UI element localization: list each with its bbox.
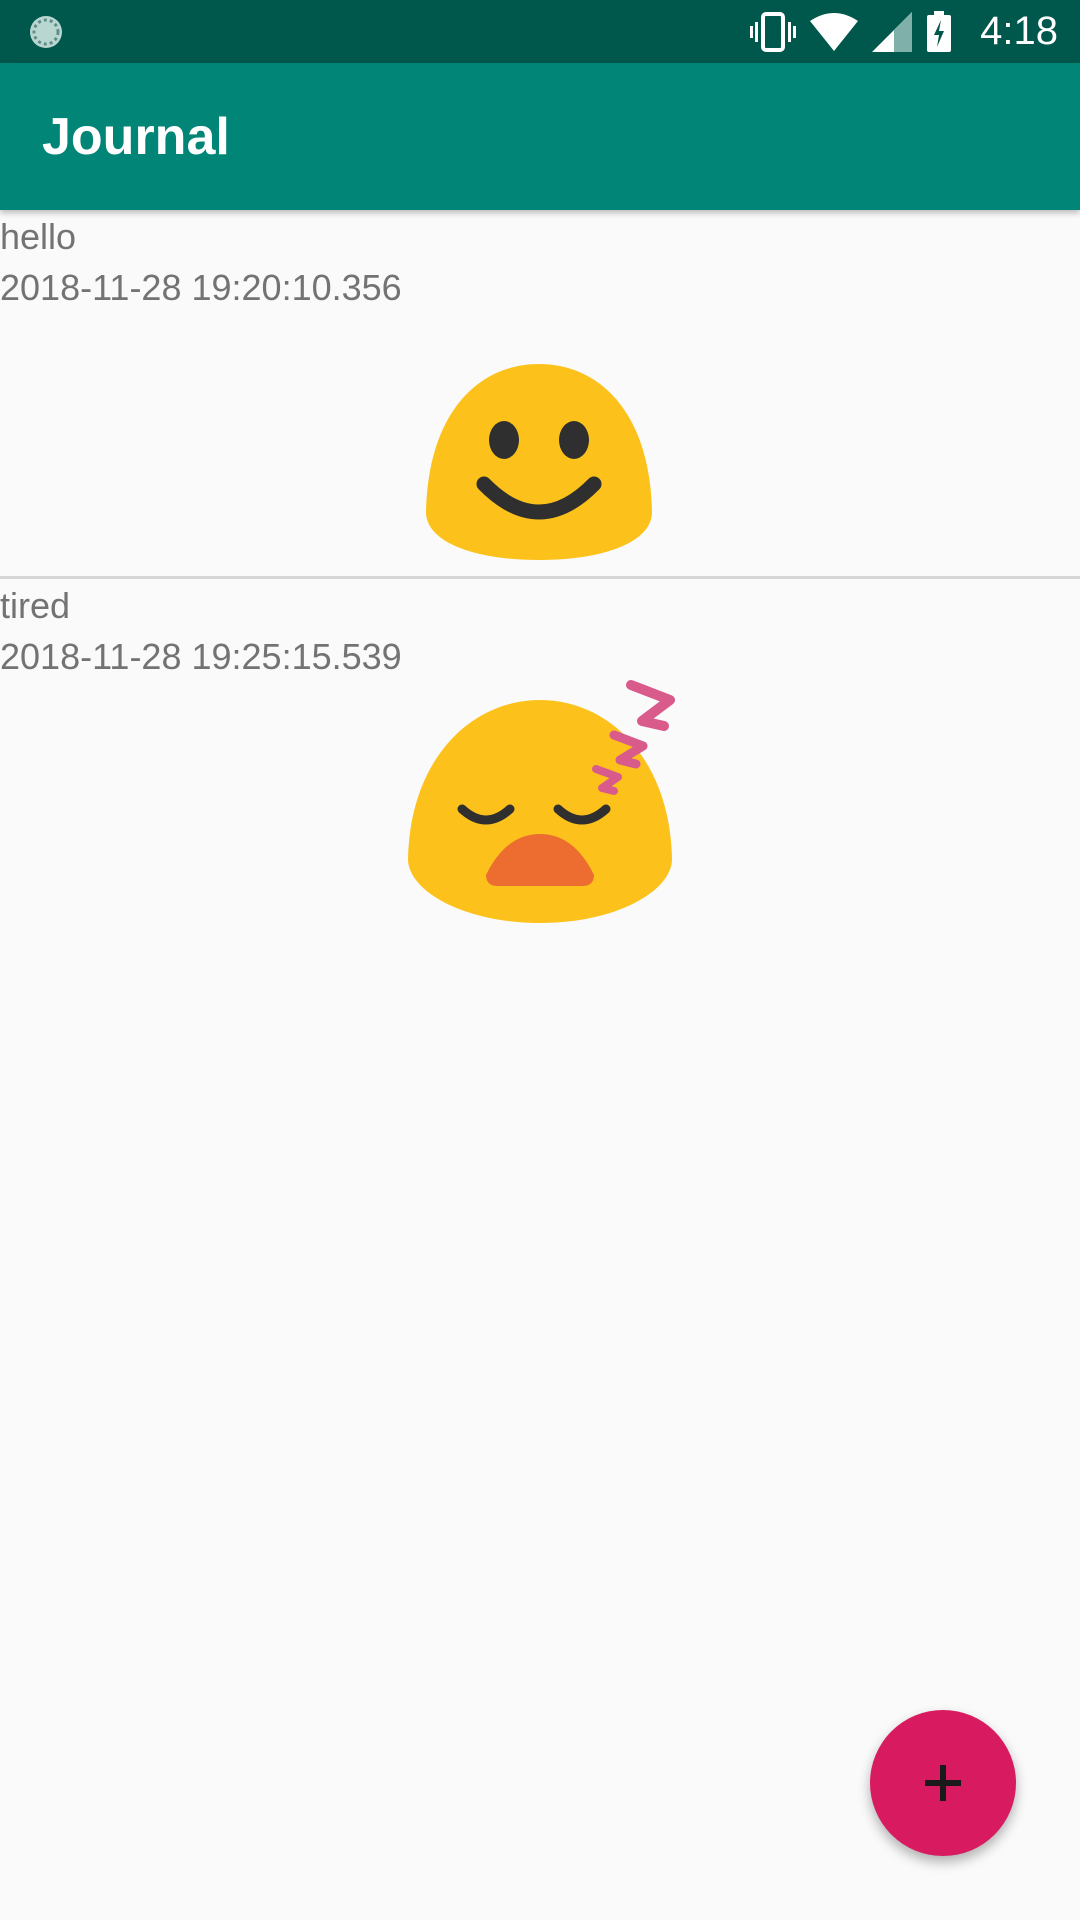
battery-charging-icon — [927, 10, 952, 52]
entry-timestamp: 2018-11-28 19:25:15.539 — [0, 636, 402, 677]
add-entry-button[interactable] — [870, 1710, 1016, 1856]
journal-entry[interactable]: tired 2018-11-28 19:25:15.539 — [0, 579, 1080, 939]
status-icons: 4:18 — [750, 0, 1058, 63]
entry-timestamp: 2018-11-28 19:20:10.356 — [0, 267, 402, 308]
status-bar: 4:18 — [0, 0, 1080, 63]
wifi-icon — [810, 12, 859, 51]
plus-icon — [925, 1765, 961, 1801]
entry-text: hello — [0, 216, 77, 257]
entry-text: tired — [0, 585, 71, 626]
app-bar: Journal — [0, 63, 1080, 210]
journal-entry[interactable]: hello 2018-11-28 19:20:10.356 — [0, 210, 1080, 579]
status-time: 4:18 — [980, 9, 1058, 53]
vibrate-icon — [750, 11, 797, 52]
sync-icon — [30, 16, 62, 48]
smiling-face-icon — [426, 364, 652, 560]
sleeping-face-icon — [408, 680, 675, 923]
app-title: Journal — [42, 108, 230, 166]
signal-icon — [872, 11, 913, 52]
